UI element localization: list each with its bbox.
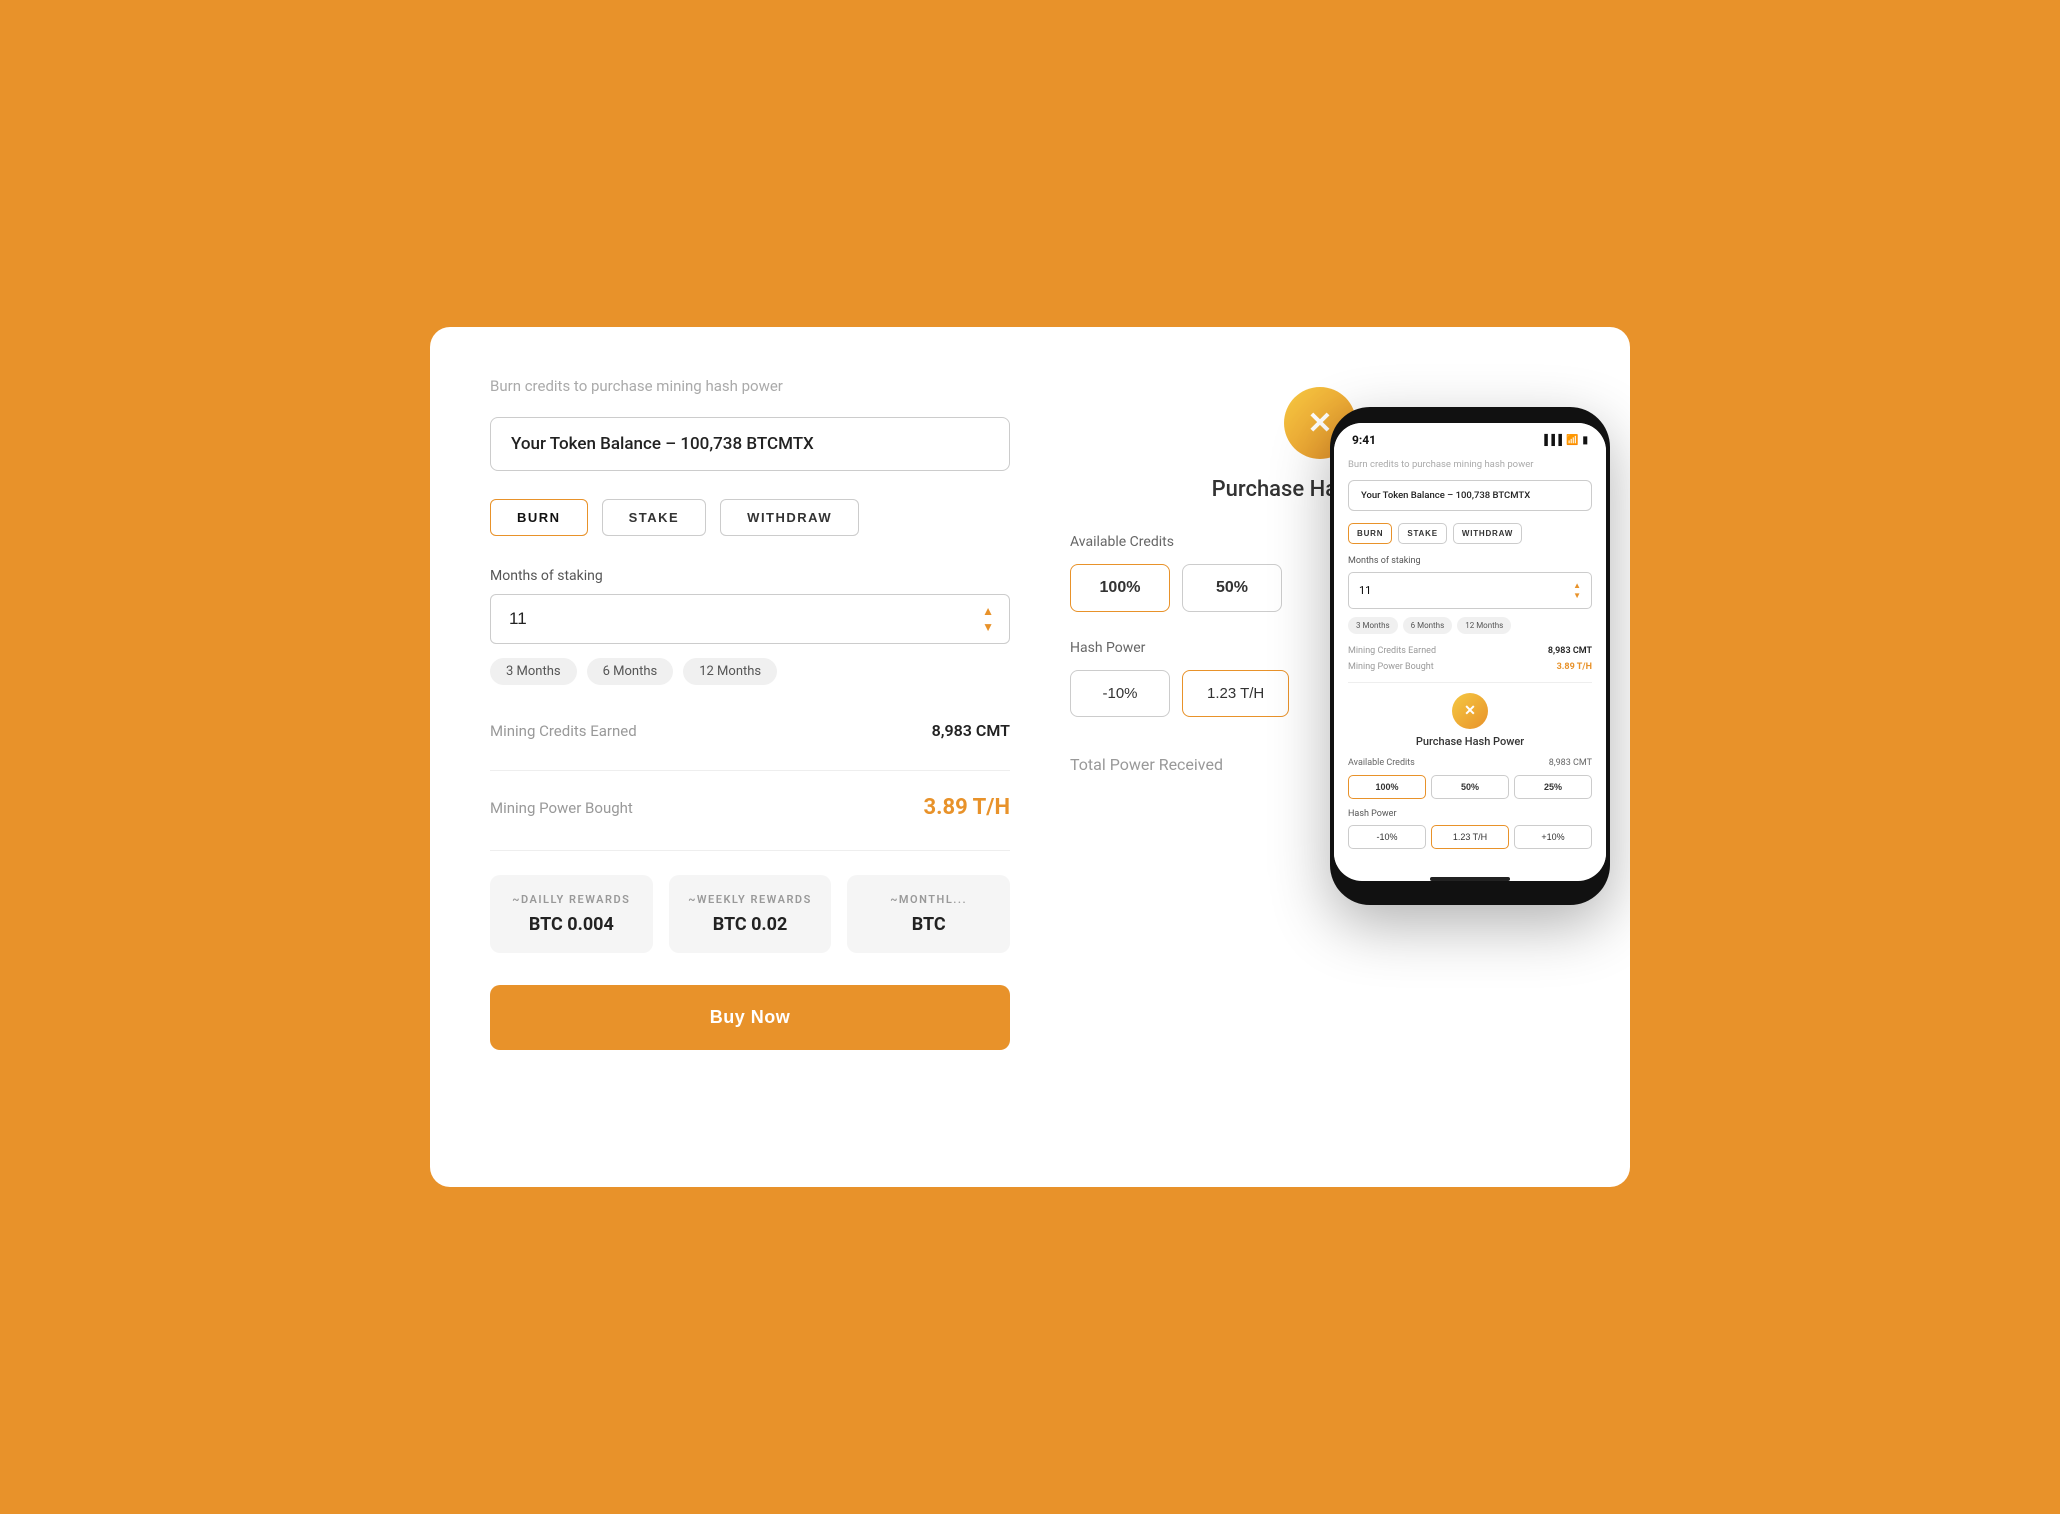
credit-50-button[interactable]: 50% (1182, 564, 1282, 612)
phone-withdraw-btn[interactable]: WITHDRAW (1453, 523, 1522, 544)
action-buttons: BURN STAKE WITHDRAW (490, 499, 1010, 536)
phone-action-btns: BURN STAKE WITHDRAW (1348, 523, 1592, 544)
phone-stake-btn[interactable]: STAKE (1398, 523, 1447, 544)
daily-reward-card: ~DAILLY REWARDS BTC 0.004 (490, 875, 653, 953)
phone-credits-row: Available Credits 8,983 CMT (1348, 758, 1592, 768)
phone-hash-minus10[interactable]: -10% (1348, 825, 1426, 849)
hash-minus10-button[interactable]: -10% (1070, 670, 1170, 717)
phone-spinner: ▲ ▼ (1573, 581, 1581, 600)
hash-label: Hash Power (1070, 640, 1145, 656)
phone-purchase-title: Purchase Hash Power (1348, 735, 1592, 748)
phone-chip-3m[interactable]: 3 Months (1348, 617, 1398, 634)
wifi-icon: 📶 (1566, 435, 1578, 446)
hash-buttons: -10% 1.23 T/H (1070, 670, 1289, 717)
mining-power-row: Mining Power Bought 3.89 T/H (490, 795, 1010, 820)
mining-credits-value: 8,983 CMT (932, 721, 1010, 740)
chip-3months[interactable]: 3 Months (490, 658, 577, 685)
phone-burn-btn[interactable]: BURN (1348, 523, 1392, 544)
status-icons: ▐▐▐ 📶 ▮ (1541, 435, 1588, 446)
phone-mockup: 9:41 ▐▐▐ 📶 ▮ Burn credits to purchase mi… (1330, 407, 1610, 905)
phone-months-value: 11 (1359, 584, 1371, 597)
token-balance-box: Your Token Balance – 100,738 BTCMTX (490, 417, 1010, 471)
chip-12months[interactable]: 12 Months (683, 658, 777, 685)
weekly-reward-value: BTC 0.02 (685, 914, 816, 935)
phone-home-indicator (1430, 877, 1510, 881)
monthly-reward-value: BTC (863, 914, 994, 935)
phone-months-label: Months of staking (1348, 556, 1592, 566)
daily-reward-value: BTC 0.004 (506, 914, 637, 935)
total-power-label: Total Power Received (1070, 755, 1223, 774)
phone-hash-btns: -10% 1.23 T/H +10% (1348, 825, 1592, 849)
phone-divider (1348, 682, 1592, 683)
phone-hash-label: Hash Power (1348, 809, 1592, 819)
spinner-down[interactable]: ▼ (980, 620, 996, 634)
phone-hash-value[interactable]: 1.23 T/H (1431, 825, 1509, 849)
phone-subtitle: Burn credits to purchase mining hash pow… (1348, 459, 1592, 470)
phone-spinner-down[interactable]: ▼ (1573, 591, 1581, 600)
weekly-reward-card: ~WEEKLY REWARDS BTC 0.02 (669, 875, 832, 953)
monthly-reward-card: ~MONTHL... BTC (847, 875, 1010, 953)
spinner-buttons: ▲ ▼ (980, 604, 996, 634)
phone-credit-50[interactable]: 50% (1431, 775, 1509, 799)
phone-status-bar: 9:41 ▐▐▐ 📶 ▮ (1334, 423, 1606, 453)
daily-reward-title: ~DAILLY REWARDS (506, 893, 637, 906)
logo-icon: ✕ (1307, 406, 1332, 441)
phone-content: Burn credits to purchase mining hash pow… (1334, 453, 1606, 865)
chip-6months[interactable]: 6 Months (587, 658, 674, 685)
battery-icon: ▮ (1582, 435, 1588, 446)
monthly-reward-title: ~MONTHL... (863, 893, 994, 906)
months-input[interactable] (490, 594, 1010, 644)
phone-mining-credits: Mining Credits Earned 8,983 CMT (1348, 646, 1592, 656)
phone-logo-circle: ✕ (1452, 693, 1488, 729)
phone-credit-100[interactable]: 100% (1348, 775, 1426, 799)
mining-credits-row: Mining Credits Earned 8,983 CMT (490, 721, 1010, 740)
weekly-reward-title: ~WEEKLY REWARDS (685, 893, 816, 906)
phone-mining-credits-value: 8,983 CMT (1548, 646, 1592, 656)
phone-credit-25[interactable]: 25% (1514, 775, 1592, 799)
phone-logo-icon: ✕ (1464, 703, 1476, 719)
burn-button[interactable]: BURN (490, 499, 588, 536)
stake-button[interactable]: STAKE (602, 499, 707, 536)
rewards-row: ~DAILLY REWARDS BTC 0.004 ~WEEKLY REWARD… (490, 875, 1010, 953)
phone-token-box: Your Token Balance – 100,738 BTCMTX (1348, 480, 1592, 511)
signal-icon: ▐▐▐ (1541, 435, 1562, 446)
phone-chip-12m[interactable]: 12 Months (1457, 617, 1511, 634)
divider-1 (490, 770, 1010, 771)
credit-100-button[interactable]: 100% (1070, 564, 1170, 612)
hash-value-button[interactable]: 1.23 T/H (1182, 670, 1289, 717)
phone-credits-label: Available Credits (1348, 758, 1415, 768)
divider-2 (490, 850, 1010, 851)
phone-time: 9:41 (1352, 433, 1376, 447)
phone-month-chips: 3 Months 6 Months 12 Months (1348, 617, 1592, 634)
main-card: Burn credits to purchase mining hash pow… (430, 327, 1630, 1187)
spinner-up[interactable]: ▲ (980, 604, 996, 618)
right-panel: ✕ Purchase Hash Power Available Credits … (1070, 377, 1570, 1137)
subtitle: Burn credits to purchase mining hash pow… (490, 377, 1010, 395)
phone-mining-credits-label: Mining Credits Earned (1348, 646, 1436, 656)
phone-months-input[interactable]: 11 ▲ ▼ (1348, 572, 1592, 609)
months-label: Months of staking (490, 568, 1010, 584)
left-panel: Burn credits to purchase mining hash pow… (490, 377, 1010, 1137)
buy-now-button[interactable]: Buy Now (490, 985, 1010, 1050)
phone-mining-power-label: Mining Power Bought (1348, 662, 1434, 672)
phone-screen: 9:41 ▐▐▐ 📶 ▮ Burn credits to purchase mi… (1334, 423, 1606, 881)
mining-credits-label: Mining Credits Earned (490, 722, 637, 740)
phone-credits-value: 8,983 CMT (1549, 758, 1592, 768)
mining-power-label: Mining Power Bought (490, 799, 633, 817)
phone-mining-power: Mining Power Bought 3.89 T/H (1348, 662, 1592, 672)
credits-buttons: 100% 50% (1070, 564, 1282, 612)
phone-mining-power-value: 3.89 T/H (1557, 662, 1592, 672)
phone-spinner-up[interactable]: ▲ (1573, 581, 1581, 590)
mining-power-value: 3.89 T/H (924, 795, 1010, 820)
credits-label: Available Credits (1070, 534, 1174, 550)
withdraw-button[interactable]: WITHDRAW (720, 499, 859, 536)
phone-chip-6m[interactable]: 6 Months (1403, 617, 1453, 634)
month-chips: 3 Months 6 Months 12 Months (490, 658, 1010, 685)
phone-hash-plus10[interactable]: +10% (1514, 825, 1592, 849)
phone-credit-btns: 100% 50% 25% (1348, 775, 1592, 799)
months-input-wrapper: ▲ ▼ (490, 594, 1010, 644)
